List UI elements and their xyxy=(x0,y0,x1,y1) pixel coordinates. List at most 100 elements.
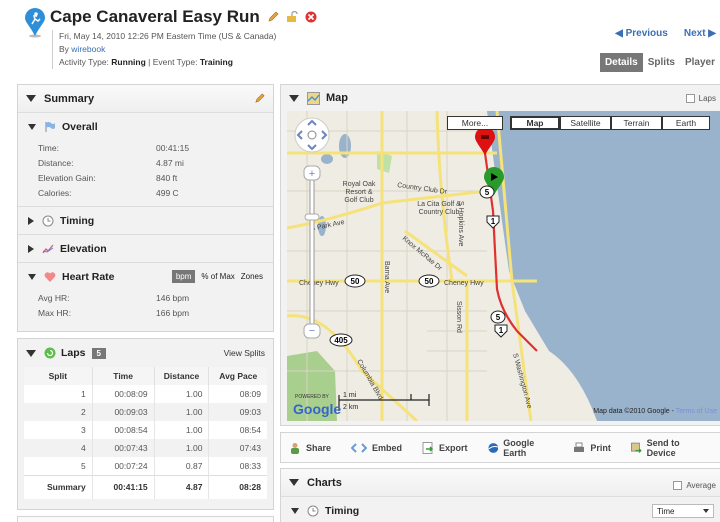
map-canvas[interactable]: 50 50 405 5 5 1 1 Royal Oak Resort & Gol… xyxy=(287,111,720,421)
collapse-triangle-icon xyxy=(26,349,36,357)
column-header[interactable]: Avg Pace xyxy=(208,367,267,385)
cell: 08:33 xyxy=(239,460,261,471)
column-header[interactable]: Split xyxy=(24,367,93,385)
laps-checkbox[interactable]: Laps xyxy=(685,93,716,103)
stat-row: Time: 00:41:15 xyxy=(28,140,263,155)
map-type-map[interactable]: Map xyxy=(510,116,560,130)
print-label: Print xyxy=(590,442,611,453)
previous-link[interactable]: ◀ Previous xyxy=(615,28,668,39)
stat-label: Elevation Gain: xyxy=(38,172,96,183)
running-pin-icon xyxy=(25,8,45,38)
expand-triangle-icon xyxy=(28,244,34,253)
timing-header[interactable]: Timing xyxy=(28,207,263,234)
edit-pencil-icon[interactable] xyxy=(267,11,279,23)
map-type-satellite[interactable]: Satellite xyxy=(560,116,611,130)
hr-unit-bpm[interactable]: bpm xyxy=(171,270,196,283)
end-marker[interactable] xyxy=(475,127,495,155)
heart-icon xyxy=(44,271,56,282)
lake xyxy=(321,154,333,164)
google-logo[interactable]: POWERED BY Google xyxy=(293,394,341,417)
embed-button[interactable]: Embed xyxy=(351,442,402,454)
map-header[interactable]: Map Laps xyxy=(281,85,720,111)
zoom-slider[interactable]: + − xyxy=(303,165,321,339)
label-sisson-rd: Sisson Rd xyxy=(455,301,462,333)
next-link[interactable]: Next ▶ xyxy=(684,28,716,39)
terms-of-use-link[interactable]: Terms of Use xyxy=(676,408,717,415)
scale-km: 2 km xyxy=(343,404,358,411)
scale-mi: 1 mi xyxy=(343,392,357,399)
hr-unit-toggle: bpm % of Max Zones xyxy=(171,270,263,283)
table-row[interactable]: 1 00:08:09 1.00 08:09 xyxy=(24,385,267,403)
lock-icon[interactable] xyxy=(286,11,298,23)
overall-title: Overall xyxy=(62,120,98,133)
cell: 07:43 xyxy=(208,439,267,457)
edit-pencil-icon[interactable] xyxy=(254,93,265,104)
label-la-cita: La Cita Golf & xyxy=(417,201,461,208)
activity-header: Cape Canaveral Easy Run Fri, May 14, 201… xyxy=(0,0,720,78)
send-to-device-label: Send to Device xyxy=(646,437,680,458)
elevation-header[interactable]: Elevation xyxy=(28,235,263,262)
send-to-device-button[interactable]: Send to Device xyxy=(630,437,704,458)
cell: 4.87 xyxy=(154,474,210,499)
laps-refresh-icon xyxy=(44,347,56,359)
summary-title: Summary xyxy=(44,92,95,105)
shield-50: 50 xyxy=(425,277,434,286)
map-more-button[interactable]: More... xyxy=(447,116,503,130)
laps-count-badge: 5 xyxy=(91,347,106,359)
view-splits-link[interactable]: View Splits xyxy=(224,348,265,358)
checkbox-box[interactable] xyxy=(685,93,695,103)
timing-axis-select[interactable]: Time xyxy=(652,504,714,518)
charts-timing-header[interactable]: Timing Time xyxy=(281,497,720,522)
checkbox-box[interactable] xyxy=(673,481,683,490)
shield-5: 5 xyxy=(496,313,501,322)
charts-header[interactable]: Charts Average xyxy=(281,469,720,497)
activity-nav: ◀ Previous Next ▶ xyxy=(615,28,716,39)
print-icon xyxy=(574,442,585,452)
share-label: Share xyxy=(306,442,332,453)
overall-header[interactable]: Overall xyxy=(28,113,263,140)
cell: 5 xyxy=(24,457,93,475)
export-button[interactable]: Export xyxy=(422,441,468,454)
export-label: Export xyxy=(439,442,468,453)
map-type-earth[interactable]: Earth xyxy=(662,116,710,130)
laps-header[interactable]: Laps 5 View Splits xyxy=(18,339,273,367)
powered-by-label: POWERED BY xyxy=(295,394,329,400)
tab-details[interactable]: Details xyxy=(599,53,643,72)
delete-icon[interactable] xyxy=(305,11,317,23)
author-link[interactable]: wirebook xyxy=(71,44,105,54)
heart-rate-header[interactable]: Heart Rate bpm % of Max Zones xyxy=(28,263,263,290)
stat-label: Time: xyxy=(38,142,59,153)
map-type-terrain[interactable]: Terrain xyxy=(611,116,662,130)
summary-header[interactable]: Summary xyxy=(18,85,273,113)
share-icon xyxy=(291,442,299,454)
hr-unit-percent-max[interactable]: % of Max xyxy=(201,272,234,281)
table-row[interactable]: 2 00:09:03 1.00 09:03 xyxy=(24,403,267,421)
collapse-triangle-icon xyxy=(26,95,36,102)
pan-control[interactable] xyxy=(294,117,330,153)
tab-player[interactable]: Player xyxy=(680,53,720,72)
collapse-triangle-icon xyxy=(289,479,299,486)
chevron-down-icon xyxy=(703,509,709,513)
summary-panel: Summary Overall Time: 00:41:15 Distance: 4… xyxy=(17,84,274,332)
average-label: Average xyxy=(686,481,716,490)
stat-value: 4.87 mi xyxy=(156,157,184,168)
average-checkbox[interactable]: Average xyxy=(673,475,716,490)
cell: 08:09 xyxy=(239,389,261,399)
stat-row: Avg HR: 146 bpm xyxy=(28,290,263,305)
hr-unit-zones[interactable]: Zones xyxy=(241,272,263,281)
table-row[interactable]: 3 00:08:54 1.00 08:54 xyxy=(24,421,267,439)
table-row[interactable]: 4 00:07:43 1.00 07:43 xyxy=(24,439,267,457)
tab-splits[interactable]: Splits xyxy=(643,53,680,72)
google-earth-button[interactable]: Google Earth xyxy=(487,438,554,458)
column-header[interactable]: Time xyxy=(92,367,155,385)
cell: 1.00 xyxy=(154,421,210,439)
laps-table-header: Split Time Distance Avg Pace xyxy=(24,367,267,385)
print-button[interactable]: Print xyxy=(573,442,611,454)
label-barna-ave: Barna Ave xyxy=(383,261,390,293)
column-header[interactable]: Distance xyxy=(154,367,210,385)
shield-405: 405 xyxy=(334,336,348,345)
shield-1: 1 xyxy=(499,326,504,335)
table-row[interactable]: 5 00:07:24 0.87 08:33 xyxy=(24,457,267,475)
charts-title: Charts xyxy=(307,476,342,489)
share-button[interactable]: Share xyxy=(289,442,331,454)
